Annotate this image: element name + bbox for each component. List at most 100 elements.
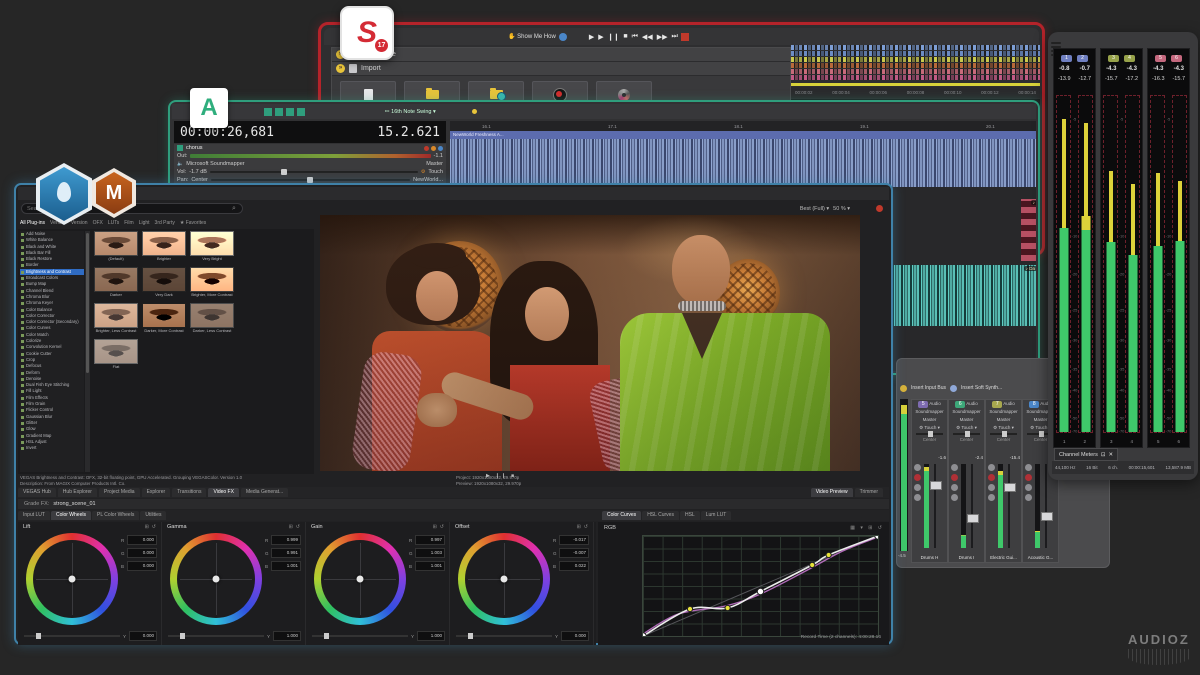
channel-waveform-row[interactable] bbox=[791, 45, 1040, 50]
multichannel-waveforms[interactable] bbox=[791, 45, 1040, 80]
curve-point[interactable] bbox=[825, 551, 832, 559]
loop-region-bar[interactable] bbox=[791, 83, 1040, 86]
browser-tab[interactable]: Video FX bbox=[208, 488, 239, 497]
preset-thumbnail[interactable]: Brighter, More Contrast bbox=[190, 267, 234, 298]
toolbar-icon[interactable] bbox=[438, 33, 446, 41]
curve-point[interactable] bbox=[686, 605, 694, 613]
field-value[interactable]: 0.022 bbox=[559, 561, 589, 571]
preview-zoom-dropdown[interactable]: 50 % ▾ bbox=[833, 206, 850, 212]
mixer-strip[interactable]: 5 Audio Soundmapper Master ⚙ Touch ▾ Center -… bbox=[911, 399, 948, 563]
y-value[interactable]: 1.000 bbox=[273, 631, 301, 641]
solo-button[interactable] bbox=[951, 494, 958, 501]
field-value[interactable]: 0.000 bbox=[127, 561, 157, 571]
mute-button[interactable] bbox=[424, 145, 429, 151]
curve-point[interactable] bbox=[756, 587, 765, 596]
show-me-how-button[interactable]: ✋ Show Me How bbox=[508, 33, 556, 40]
category-tab[interactable]: Light bbox=[139, 220, 150, 226]
save-snapshot-icon[interactable] bbox=[865, 205, 872, 212]
link-icon[interactable]: ⊞ bbox=[577, 524, 581, 530]
link-icon[interactable]: ⊞ bbox=[433, 524, 437, 530]
preset-image[interactable] bbox=[94, 231, 138, 256]
project-settings-icon[interactable] bbox=[767, 205, 774, 212]
pan-thumb[interactable] bbox=[1039, 431, 1045, 437]
preset-thumbnail[interactable]: Brighter bbox=[142, 231, 186, 262]
toolbar-icon[interactable] bbox=[482, 33, 490, 41]
bus-selector[interactable]: Master bbox=[949, 416, 984, 424]
workspace-section-header[interactable]: » Workspace bbox=[332, 48, 790, 62]
toolbar-icon[interactable] bbox=[330, 108, 338, 116]
transport-button[interactable]: ■ bbox=[623, 33, 627, 41]
fader-handle[interactable] bbox=[1041, 512, 1053, 521]
toolbar-icon[interactable] bbox=[253, 108, 261, 116]
fader-track[interactable] bbox=[971, 464, 973, 548]
channel-waveform-row[interactable] bbox=[791, 63, 1040, 68]
curves-tab[interactable]: Lum LUT bbox=[700, 511, 732, 520]
luma-slider[interactable] bbox=[312, 633, 408, 639]
preset-image[interactable] bbox=[190, 303, 234, 328]
copy-snapshot-icon[interactable] bbox=[854, 205, 861, 212]
device-selector[interactable]: Soundmapper bbox=[912, 408, 947, 416]
toolbar-icon[interactable] bbox=[449, 33, 457, 41]
browser-tab[interactable]: Explorer bbox=[141, 488, 171, 497]
channel-waveform-row[interactable] bbox=[791, 57, 1040, 62]
channel-waveform-row[interactable] bbox=[791, 69, 1040, 74]
toolbar-icon[interactable] bbox=[242, 108, 250, 116]
transport-button[interactable]: ▶ bbox=[598, 33, 603, 41]
luma-slider[interactable] bbox=[24, 633, 120, 639]
toolbar-icon[interactable] bbox=[405, 33, 413, 41]
curves-tab[interactable]: HSL Curves bbox=[642, 511, 679, 520]
grab-frame-icon[interactable] bbox=[789, 205, 796, 212]
time-ruler[interactable]: 00:00:02 00:00:04 00:00:06 00:00:08 00:00:10… bbox=[791, 87, 1040, 98]
toolbar-icon[interactable] bbox=[439, 108, 447, 116]
toolbar-icon[interactable] bbox=[427, 33, 435, 41]
preset-thumbnail[interactable]: Very Dark bbox=[142, 267, 186, 298]
transport-button[interactable]: ▶▶ bbox=[657, 33, 668, 41]
rec-button[interactable] bbox=[914, 474, 921, 481]
grade-fx-value[interactable]: strong_scene_01 bbox=[53, 501, 95, 507]
pin-icon[interactable]: ⊡ bbox=[1101, 452, 1106, 458]
fader-track[interactable] bbox=[1045, 464, 1047, 548]
fx-button[interactable] bbox=[951, 464, 958, 471]
link-icon[interactable]: ⊞ bbox=[289, 524, 293, 530]
beat-ruler[interactable]: 16.1 17.1 18.1 19.1 20.1 bbox=[450, 121, 1036, 131]
category-tab[interactable]: ★ Favorites bbox=[180, 220, 206, 226]
rec-button[interactable] bbox=[988, 474, 995, 481]
y-value[interactable]: 1.000 bbox=[417, 631, 445, 641]
toolbar-icon[interactable] bbox=[341, 108, 349, 116]
toolbar-icon[interactable] bbox=[319, 108, 327, 116]
field-value[interactable]: 0.991 bbox=[271, 548, 301, 558]
category-tab[interactable]: Version bbox=[71, 220, 88, 226]
insert-soft-synth[interactable]: Insert Soft Synth... bbox=[961, 385, 1002, 391]
channel-meters-tab[interactable]: Channel Meters ⊡ ✕ bbox=[1054, 448, 1119, 461]
preset-thumbnail[interactable]: Darker, Less Contrast bbox=[190, 303, 234, 334]
mixer-strip[interactable]: 6 Audio Soundmapper Master ⚙ Touch ▾ Center -… bbox=[948, 399, 985, 563]
toolbar-icon[interactable] bbox=[460, 33, 468, 41]
luma-slider[interactable] bbox=[456, 633, 552, 639]
browser-tab[interactable]: Media Generat... bbox=[240, 488, 289, 497]
preset-thumbnail[interactable]: Darker, More Contrast bbox=[142, 303, 186, 334]
rec-button[interactable] bbox=[951, 474, 958, 481]
loop-playback-icon[interactable] bbox=[876, 205, 883, 212]
grading-tab[interactable]: Input LUT bbox=[18, 511, 50, 520]
mute-button[interactable] bbox=[951, 484, 958, 491]
toolbar-icon[interactable] bbox=[297, 107, 305, 116]
transport-button[interactable]: ◀◀ bbox=[642, 33, 653, 41]
pan-slider[interactable] bbox=[916, 431, 943, 437]
grading-tab[interactable]: PL Color Wheels bbox=[91, 511, 140, 520]
plugin-list-scrollbar[interactable] bbox=[85, 231, 90, 472]
category-tab[interactable]: 3rd Party bbox=[155, 220, 175, 226]
rec-button[interactable] bbox=[1025, 474, 1032, 481]
browser-tab[interactable]: Project Media bbox=[98, 488, 140, 497]
transport-button[interactable]: ⏮ bbox=[632, 33, 638, 41]
volume-slider[interactable] bbox=[209, 169, 418, 175]
bus-selector[interactable]: Master bbox=[986, 416, 1021, 424]
category-tab[interactable]: LUTs bbox=[108, 220, 119, 226]
reset-icon[interactable]: ↺ bbox=[584, 524, 588, 530]
toolbar-icon[interactable] bbox=[461, 108, 469, 116]
clip-waveform[interactable] bbox=[450, 139, 1036, 187]
audio-clip-red[interactable]: ♪ bbox=[1021, 199, 1036, 261]
preview-quality-dropdown[interactable]: Best (Full) ▾ bbox=[800, 206, 829, 212]
chevron-icon[interactable]: » bbox=[336, 64, 345, 73]
pan-slider[interactable] bbox=[210, 177, 411, 183]
grading-tab[interactable]: Color Wheels bbox=[50, 511, 91, 520]
